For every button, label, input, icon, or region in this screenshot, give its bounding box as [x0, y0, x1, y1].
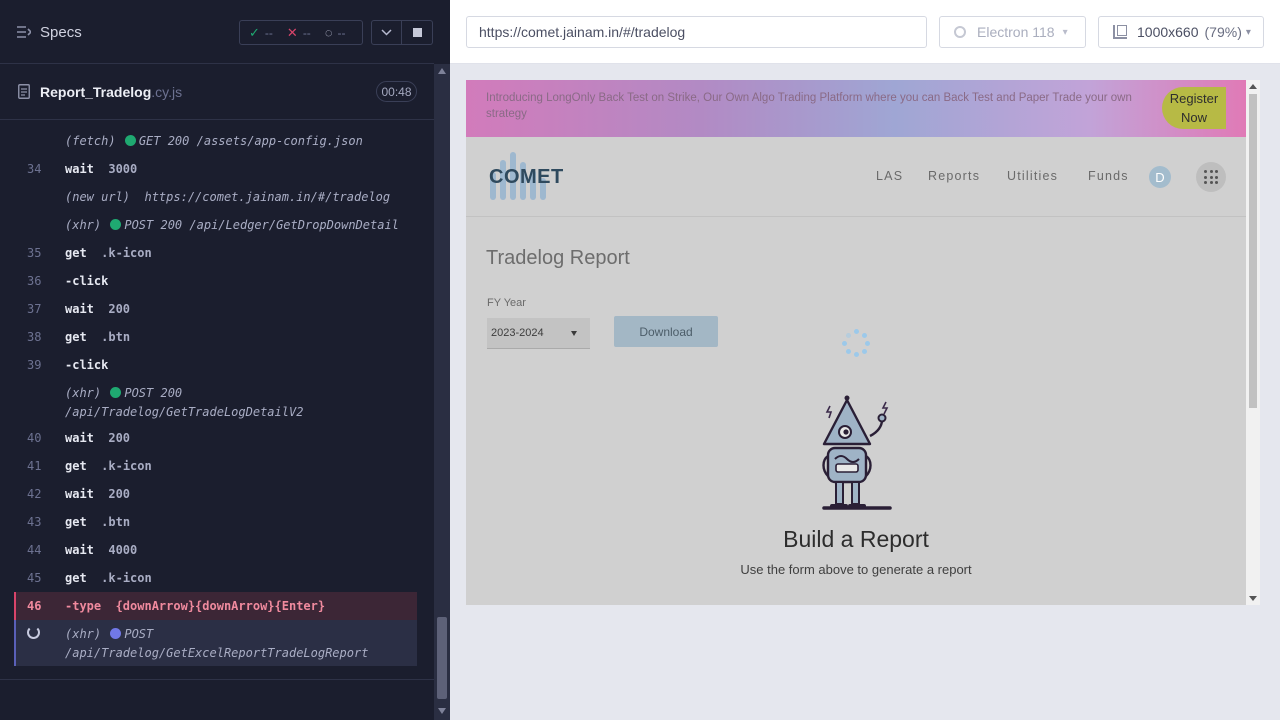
viewport-info[interactable]: 1000x660 (79%) ▾: [1098, 16, 1264, 48]
electron-icon: [954, 26, 966, 38]
nav-reports[interactable]: Reports: [928, 169, 980, 183]
nav-las[interactable]: LAS: [876, 169, 903, 183]
command-row[interactable]: 45 get .k-icon: [14, 564, 417, 592]
page-title: Tradelog Report: [486, 247, 630, 269]
loading-spinner-icon: [27, 626, 40, 639]
aut-header: https://comet.jainam.in/#/tradelog Elect…: [450, 0, 1280, 64]
ruler-icon: [1113, 25, 1127, 39]
spec-header: Report_Tradelog.cy.js 00:48: [0, 65, 434, 120]
fy-year-label: FY Year: [487, 297, 526, 309]
command-event-row[interactable]: (xhr) POST 200 /api/Ledger/GetDropDownDe…: [14, 211, 417, 239]
empty-state-title: Build a Report: [783, 526, 929, 552]
command-log-panel: Specs ✓ -- ✕ -- ◌ -- Report_Tradelog.cy.js …: [0, 0, 450, 720]
command-row[interactable]: 37 wait 200: [14, 295, 417, 323]
failed-stat: ✕ --: [286, 24, 311, 40]
stop-button[interactable]: [402, 20, 433, 45]
nav-funds[interactable]: Funds: [1088, 169, 1129, 183]
document-icon: [18, 84, 30, 99]
command-event-row-pending[interactable]: (xhr) POST /api/Tradelog/GetExcelReportT…: [14, 620, 417, 666]
command-row[interactable]: 35 get .k-icon: [14, 239, 417, 267]
chevron-down-icon: [381, 29, 392, 36]
command-row[interactable]: 44 wait 4000: [14, 536, 417, 564]
specs-label[interactable]: Specs: [40, 24, 82, 41]
navbar: COMET LAS Reports Utilities Funds D: [466, 137, 1246, 217]
command-row[interactable]: 34 wait 3000: [14, 155, 417, 183]
promo-banner: Introducing LongOnly Back Test on Strike…: [466, 80, 1246, 137]
comet-logo[interactable]: COMET: [488, 150, 568, 204]
command-event-row[interactable]: (fetch) GET 200 /assets/app-config.json: [14, 127, 417, 155]
scroll-down-icon[interactable]: [438, 708, 446, 714]
pending-circle-icon: ◌: [324, 25, 333, 40]
command-row[interactable]: 42 wait 200: [14, 480, 417, 508]
stop-icon: [412, 28, 422, 37]
command-event-row[interactable]: (new url) https://comet.jainam.in/#/trad…: [14, 183, 417, 211]
register-now-button[interactable]: Register Now: [1162, 87, 1226, 129]
scroll-up-icon[interactable]: [1249, 84, 1257, 89]
nav-utilities[interactable]: Utilities: [1007, 169, 1058, 183]
toggle-auto-scroll-button[interactable]: [371, 20, 402, 45]
scrollbar-thumb[interactable]: [437, 617, 447, 699]
chevron-down-icon: ▾: [1062, 26, 1068, 38]
command-log-scrollbar[interactable]: [434, 64, 450, 720]
spec-duration: 00:48: [376, 81, 417, 102]
app-preview: Introducing LongOnly Back Test on Strike…: [466, 80, 1246, 605]
specs-bar: Specs ✓ -- ✕ -- ◌ --: [0, 0, 434, 64]
caret-down-icon: [571, 331, 577, 336]
browser-selector[interactable]: Electron 118 ▾: [939, 16, 1086, 48]
chevron-down-icon: ▾: [1245, 26, 1251, 38]
banner-text: Introducing LongOnly Back Test on Strike…: [486, 92, 1132, 120]
status-dot-icon: [110, 219, 122, 230]
command-row[interactable]: 38 get .btn: [14, 323, 417, 351]
command-row[interactable]: 36 -click: [14, 267, 417, 295]
command-row[interactable]: 40 wait 200: [14, 424, 417, 452]
url-field[interactable]: https://comet.jainam.in/#/tradelog: [466, 16, 927, 48]
avatar[interactable]: D: [1149, 166, 1171, 188]
spec-filename[interactable]: Report_Tradelog.cy.js: [40, 84, 182, 100]
loading-spinner-icon: [842, 329, 870, 357]
specs-list-icon[interactable]: [17, 26, 31, 38]
check-icon: ✓: [249, 24, 260, 40]
status-dot-icon: [110, 628, 122, 639]
scrollbar-thumb[interactable]: [1249, 94, 1257, 408]
passed-stat: ✓ --: [249, 24, 273, 40]
robot-illustration: [822, 395, 892, 510]
command-row[interactable]: 41 get .k-icon: [14, 452, 417, 480]
scroll-down-icon[interactable]: [1249, 596, 1257, 601]
command-row[interactable]: 43 get .btn: [14, 508, 417, 536]
command-row[interactable]: 39 -click: [14, 351, 417, 379]
command-log: (fetch) GET 200 /assets/app-config.json …: [14, 127, 417, 669]
test-stats: ✓ -- ✕ -- ◌ --: [239, 20, 363, 45]
divider: [0, 679, 434, 680]
status-dot-icon: [124, 135, 136, 146]
app-scrollbar[interactable]: [1246, 80, 1260, 605]
empty-state-subtitle: Use the form above to generate a report: [740, 562, 972, 577]
scroll-up-icon[interactable]: [438, 68, 446, 74]
status-dot-icon: [110, 387, 122, 398]
command-event-row[interactable]: (xhr) POST 200 /api/Tradelog/GetTradeLog…: [14, 379, 417, 425]
pending-stat: ◌ --: [324, 25, 346, 40]
command-row-active[interactable]: 46 -type {downArrow}{downArrow}{Enter}: [14, 592, 417, 620]
fy-year-select[interactable]: 2023-2024: [487, 318, 590, 349]
x-icon: ✕: [286, 24, 298, 40]
apps-grid-icon[interactable]: [1196, 162, 1226, 192]
download-button[interactable]: Download: [614, 316, 718, 347]
